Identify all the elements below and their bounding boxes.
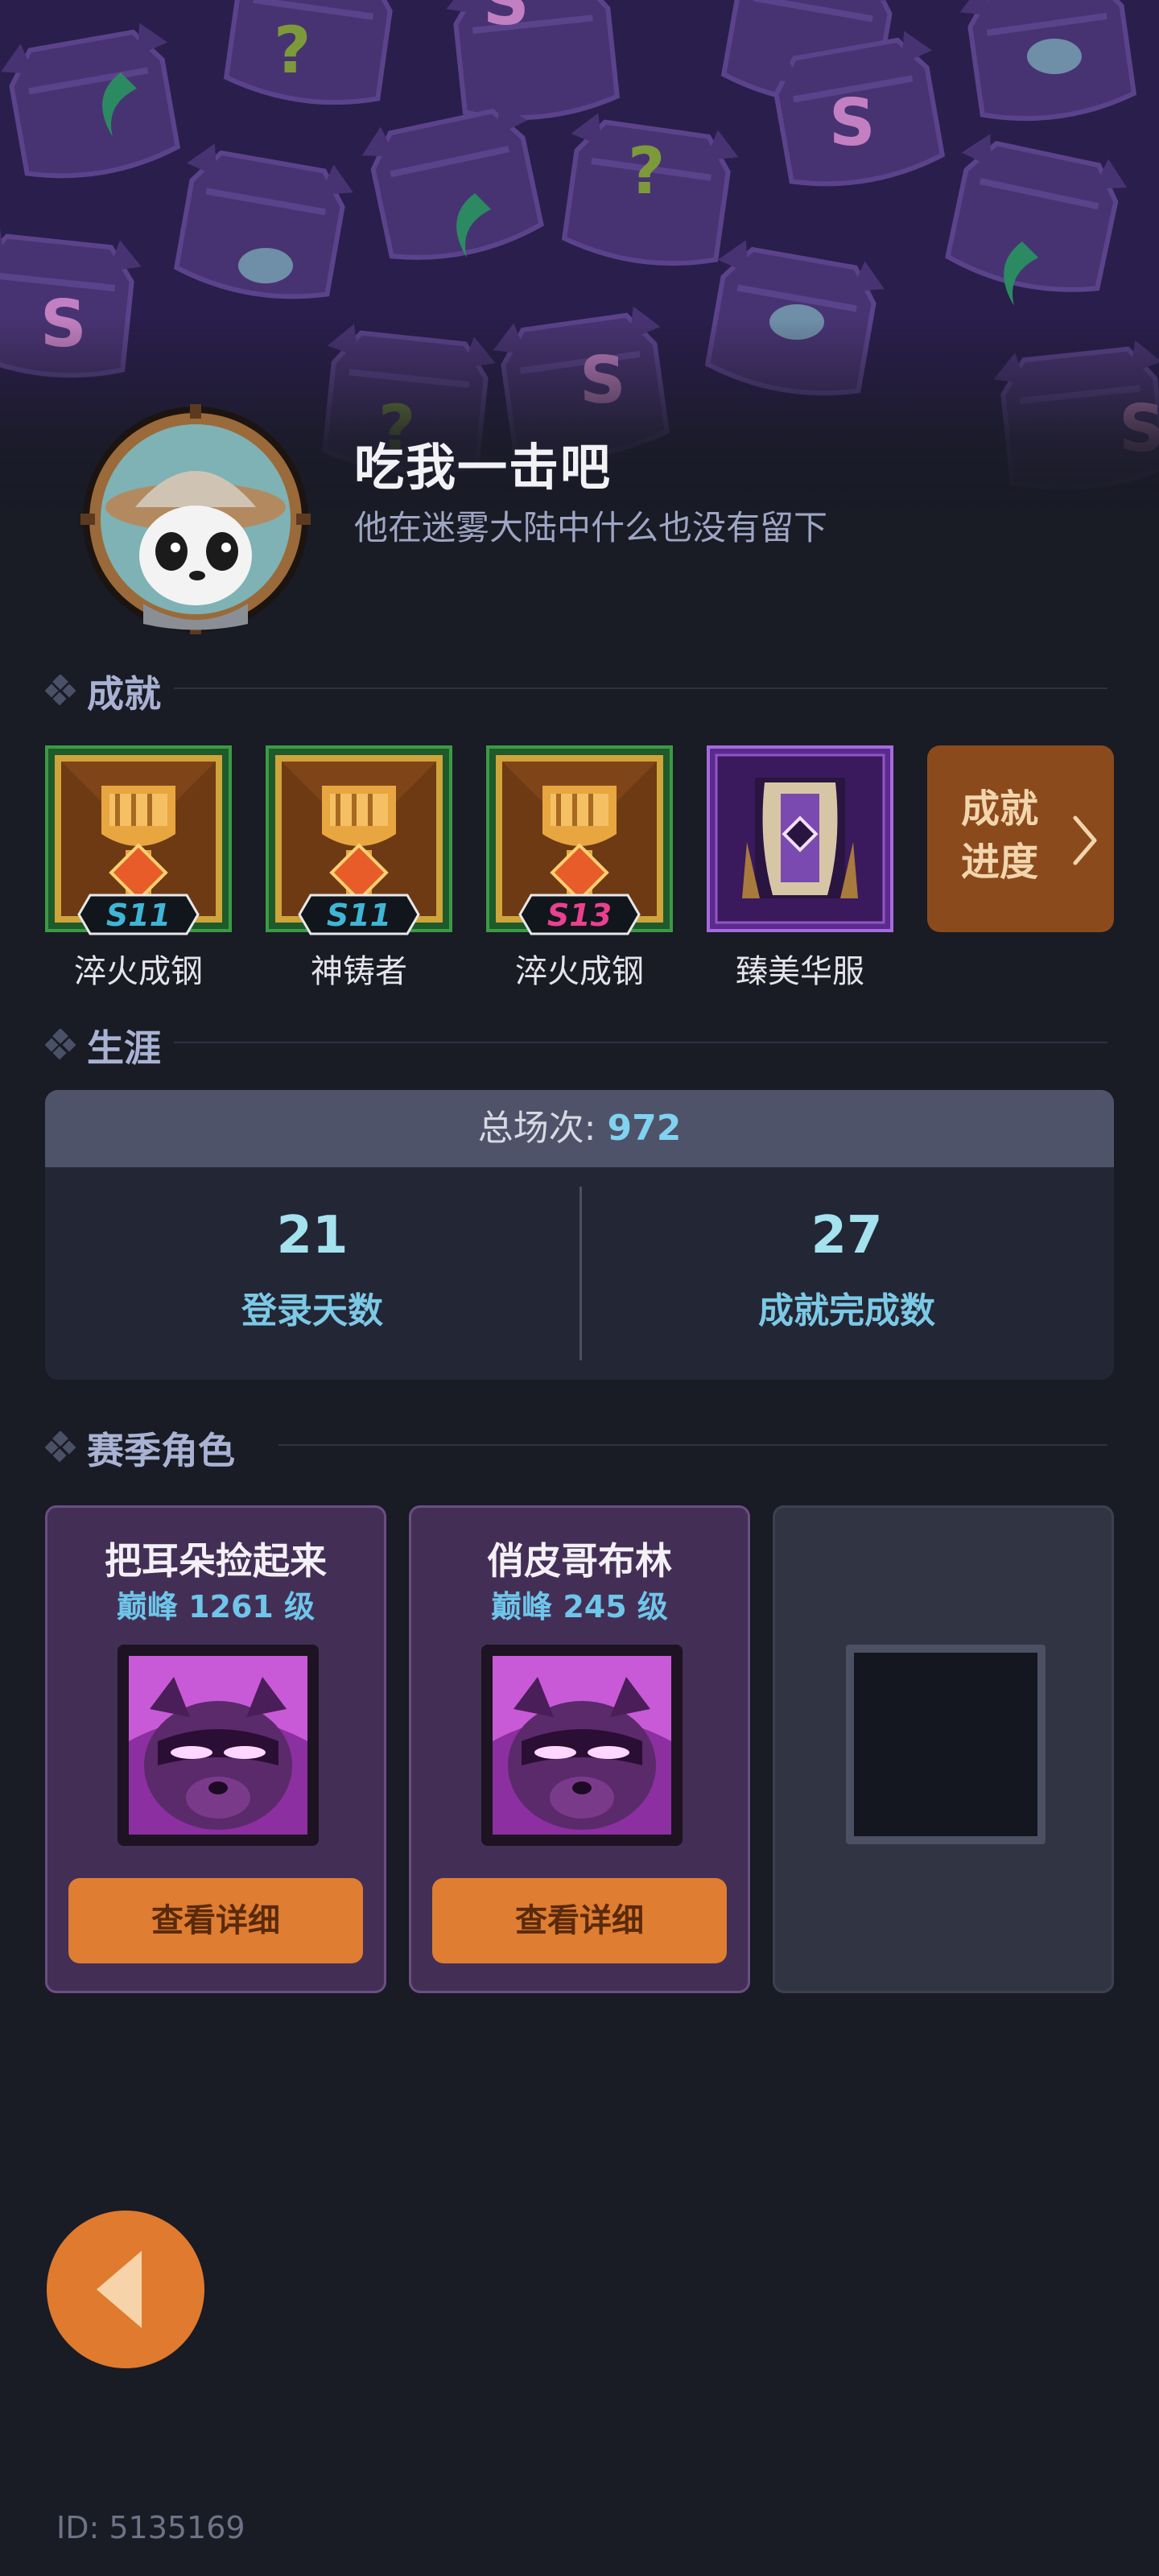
achievement-label: 淬火成钢 — [515, 953, 644, 990]
season-badge: S11 — [77, 894, 200, 935]
achievement-item[interactable]: S11 神铸者 — [266, 745, 452, 990]
chevron-right-icon — [1073, 815, 1097, 865]
section-divider — [174, 1042, 1107, 1043]
achievement-item[interactable]: S11 淬火成钢 — [45, 745, 232, 990]
character-level: 巅峰 1261 级 — [116, 1589, 316, 1624]
character-portrait — [118, 1645, 319, 1846]
svg-text:S11: S11 — [106, 898, 171, 933]
achievement-label: 神铸者 — [311, 953, 407, 990]
achievements-completed-stat: 27 成就完成数 — [580, 1167, 1114, 1380]
diamond-bullet-icon — [45, 1431, 76, 1463]
avatar[interactable] — [79, 402, 312, 636]
section-divider — [278, 1444, 1107, 1446]
career-panel: 总场次: 972 21 登录天数 27 成就完成数 — [45, 1090, 1114, 1380]
character-name: 把耳朵捡起来 — [105, 1539, 327, 1583]
stat-label: 登录天数 — [241, 1290, 383, 1331]
raccoon-hero-portrait-icon — [118, 1645, 319, 1846]
view-details-button[interactable]: 查看详细 — [68, 1878, 363, 1963]
player-id: ID: 5135169 — [56, 2510, 245, 2545]
player-name: 吃我一击吧 — [354, 438, 612, 497]
career-title: 生涯 — [87, 1026, 161, 1070]
achievement-label: 淬火成钢 — [74, 953, 203, 990]
section-divider — [174, 687, 1107, 689]
season-character-card: 把耳朵捡起来 巅峰 1261 级 查看详细 — [45, 1505, 386, 1993]
achievement-item[interactable]: 臻美华服 — [707, 745, 893, 990]
back-button[interactable] — [47, 2211, 204, 2368]
achievement-progress-button[interactable]: 成就进度 — [927, 745, 1114, 932]
character-portrait — [481, 1645, 683, 1846]
diamond-bullet-icon — [45, 1029, 76, 1060]
season-badge: S11 — [298, 894, 420, 935]
season-badge: S13 — [518, 894, 641, 935]
character-level: 巅峰 245 级 — [491, 1589, 668, 1624]
achievements-title: 成就 — [87, 672, 161, 716]
achievement-item[interactable]: S13 淬火成钢 — [486, 745, 673, 990]
season-characters-section-header: 赛季角色 — [45, 1420, 1107, 1472]
svg-text:S11: S11 — [327, 898, 391, 933]
stat-value: 21 — [276, 1206, 349, 1265]
costume-card-icon — [707, 745, 893, 932]
total-matches-label: 总场次: — [477, 1108, 608, 1149]
panda-avatar-icon — [80, 404, 311, 634]
empty-portrait-frame — [846, 1645, 1046, 1844]
total-matches-value: 972 — [607, 1108, 682, 1149]
stat-value: 27 — [810, 1206, 883, 1265]
achievements-section-header: 成就 — [45, 663, 1107, 716]
player-motto: 他在迷雾大陆中什么也没有留下 — [354, 508, 828, 547]
svg-text:S13: S13 — [547, 898, 612, 933]
achievement-label: 臻美华服 — [736, 953, 864, 990]
diamond-bullet-icon — [45, 675, 76, 706]
season-character-card: 俏皮哥布林 巅峰 245 级 查看详细 — [409, 1505, 750, 1993]
back-arrow-icon — [97, 2251, 142, 2328]
stat-label: 成就完成数 — [758, 1290, 935, 1331]
total-matches-bar: 总场次: 972 — [45, 1090, 1114, 1167]
achievement-progress-label: 成就进度 — [961, 786, 1039, 885]
character-name: 俏皮哥布林 — [487, 1539, 672, 1583]
raccoon-hero-portrait-icon — [481, 1645, 683, 1846]
career-section-header: 生涯 — [45, 1018, 1107, 1070]
login-days-stat: 21 登录天数 — [45, 1167, 580, 1380]
view-details-button[interactable]: 查看详细 — [432, 1878, 727, 1963]
season-characters-title: 赛季角色 — [87, 1429, 235, 1472]
empty-character-slot — [773, 1505, 1114, 1993]
